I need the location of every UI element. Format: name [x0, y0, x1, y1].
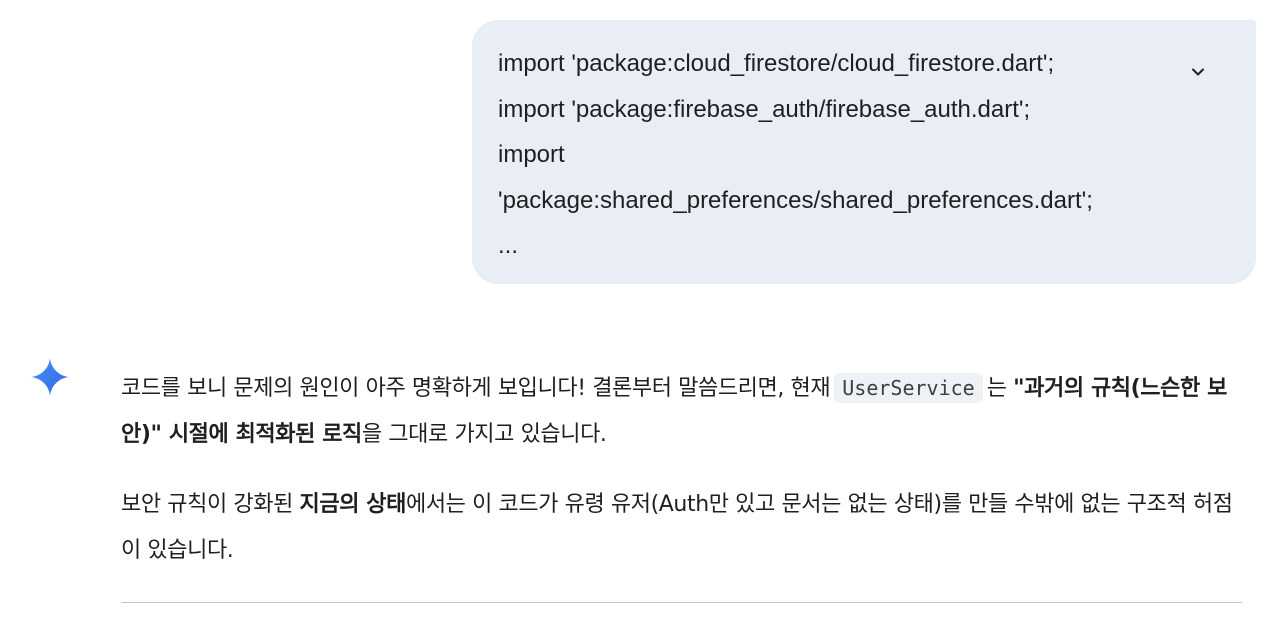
- response-paragraph: 보안 규칙이 강화된 지금의 상태에서는 이 코드가 유령 유저(Auth만 있…: [121, 482, 1241, 574]
- response-text: 는: [986, 376, 1007, 401]
- response-divider: [121, 602, 1242, 603]
- response-text: 을 그대로 가지고 있습니다.: [361, 422, 607, 447]
- user-prompt-bubble: import 'package:cloud_firestore/cloud_fi…: [472, 20, 1256, 284]
- response-paragraph: 코드를 보니 문제의 원인이 아주 명확하게 보입니다! 결론부터 말씀드리면,…: [121, 366, 1241, 458]
- assistant-response: 코드를 보니 문제의 원인이 아주 명확하게 보입니다! 결론부터 말씀드리면,…: [121, 366, 1241, 574]
- user-prompt-line: import 'package:firebase_auth/firebase_a…: [498, 95, 1031, 123]
- inline-code: UserService: [834, 373, 983, 403]
- gemini-sparkle-icon: [31, 358, 69, 396]
- response-text: 코드를 보니 문제의 원인이 아주 명확하게 보입니다! 결론부터 말씀드리면,…: [121, 376, 831, 401]
- response-text: 보안 규칙이 강화된: [121, 492, 293, 517]
- user-prompt-line: import 'package:cloud_firestore/cloud_fi…: [498, 50, 1055, 77]
- bold-text: 지금의 상태: [299, 492, 407, 517]
- expand-prompt-button[interactable]: [1182, 56, 1214, 88]
- user-prompt-line: 'package:shared_preferences/shared_prefe…: [498, 186, 1093, 214]
- chat-view: import 'package:cloud_firestore/cloud_fi…: [0, 0, 1280, 631]
- user-prompt-line: ...: [498, 232, 519, 259]
- user-prompt-text: import 'package:cloud_firestore/cloud_fi…: [498, 41, 1178, 269]
- user-prompt-line: import: [498, 141, 565, 168]
- chevron-down-icon: [1192, 68, 1204, 76]
